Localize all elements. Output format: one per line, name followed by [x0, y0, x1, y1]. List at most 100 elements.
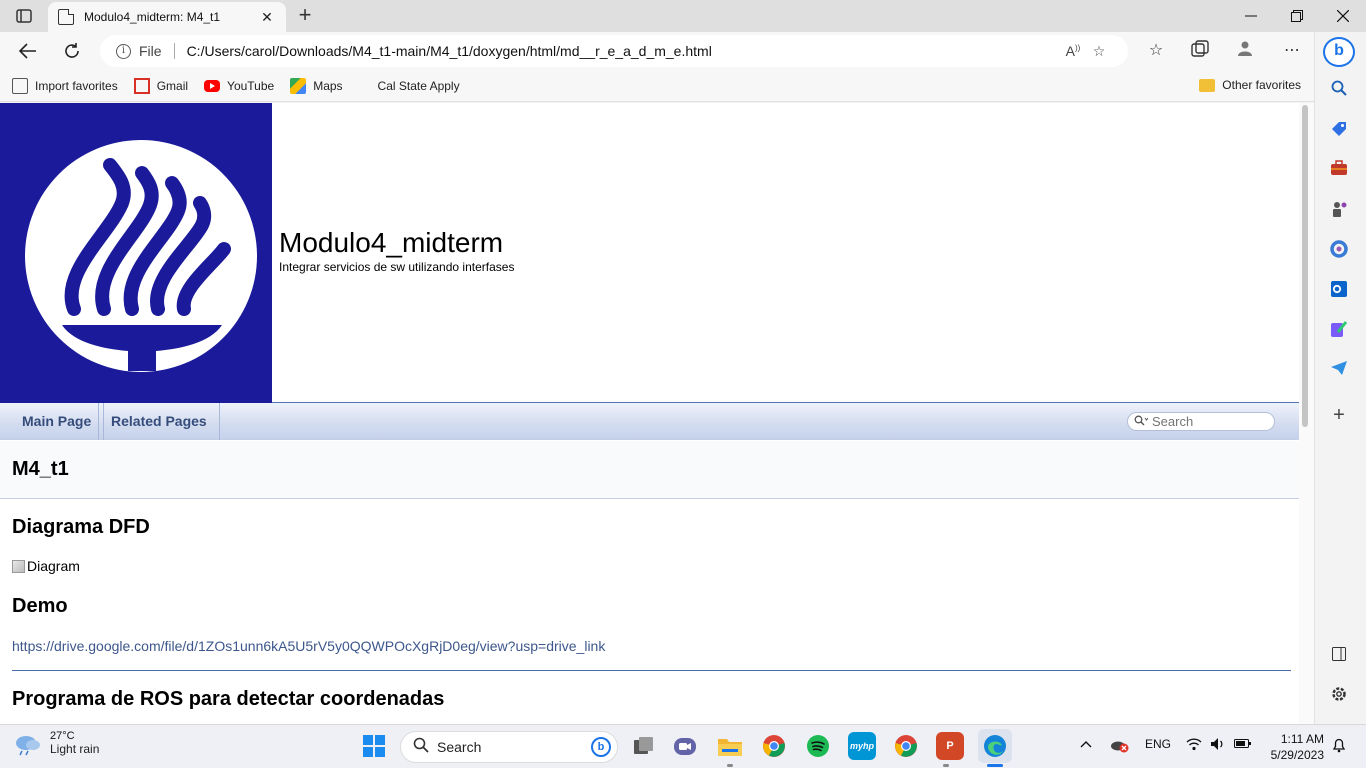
running-indicator	[943, 764, 949, 767]
tools-icon[interactable]	[1328, 160, 1350, 182]
task-view-icon[interactable]	[630, 732, 658, 760]
new-tab-button[interactable]: +	[293, 4, 317, 28]
battery-icon[interactable]	[1234, 737, 1252, 752]
section-heading-programa-ros: Programa de ROS para detectar coordenada…	[12, 688, 445, 710]
site-info-icon[interactable]: i	[116, 43, 131, 59]
add-favorite-icon[interactable]: ☆	[1086, 43, 1112, 60]
settings-gear-icon[interactable]	[1328, 686, 1350, 708]
hide-sidebar-icon[interactable]	[1328, 646, 1350, 668]
tab-title: Modulo4_midterm: M4_t1	[84, 10, 221, 24]
address-separator	[173, 43, 175, 59]
favorite-label: Gmail	[156, 78, 189, 93]
restore-icon[interactable]	[1274, 0, 1320, 32]
refresh-button[interactable]	[58, 38, 86, 64]
maps-icon	[290, 77, 307, 94]
games-icon[interactable]	[1328, 200, 1350, 222]
favorite-maps[interactable]: Maps	[290, 77, 343, 94]
weather-description: Light rain	[50, 742, 100, 756]
youtube-icon	[204, 79, 221, 92]
add-sidebar-app-icon[interactable]: +	[1328, 404, 1350, 426]
chrome-profile-icon[interactable]	[892, 732, 920, 760]
show-hidden-icons-icon[interactable]	[1080, 737, 1092, 751]
favorite-label: Maps	[313, 78, 343, 93]
diagram-image: Diagram	[12, 558, 80, 574]
favorites-icon[interactable]: ☆	[1143, 40, 1169, 62]
tab-actions-icon[interactable]	[8, 5, 40, 27]
myhp-icon[interactable]: myhp	[848, 732, 876, 760]
page-title: M4_t1	[12, 458, 69, 480]
project-logo	[0, 103, 272, 403]
favorite-youtube[interactable]: YouTube	[204, 79, 274, 93]
wifi-icon[interactable]	[1186, 737, 1202, 754]
active-app-indicator	[987, 764, 1003, 767]
file-explorer-icon[interactable]	[716, 732, 744, 760]
address-scheme-label: File	[139, 43, 162, 59]
search-icon[interactable]	[1328, 80, 1350, 102]
close-window-icon[interactable]	[1320, 0, 1366, 32]
page-scrollbar-thumb[interactable]	[1302, 105, 1308, 427]
collections-icon[interactable]	[1187, 40, 1213, 62]
weather-temperature: 27°C	[50, 730, 75, 742]
onedrive-error-icon[interactable]	[1110, 737, 1130, 756]
page-header: M4_t1	[0, 441, 1299, 499]
section-heading-demo: Demo	[12, 595, 68, 617]
taskbar-clock[interactable]: 1:11 AM 5/29/2023	[1268, 731, 1324, 763]
windows-start-icon[interactable]	[360, 732, 388, 760]
favorite-cal-state-apply[interactable]: Cal State Apply	[358, 78, 460, 197]
page-viewport: Modulo4_midterm Integrar servicios de sw…	[0, 103, 1299, 724]
broken-image-icon	[12, 559, 25, 573]
edge-icon[interactable]	[978, 729, 1012, 763]
running-indicator	[727, 764, 733, 767]
teams-chat-icon[interactable]	[671, 732, 699, 760]
powerpoint-icon[interactable]: P	[936, 732, 964, 760]
minimize-icon[interactable]	[1228, 0, 1274, 32]
address-bar[interactable]: i File C:/Users/carol/Downloads/M4_t1-ma…	[100, 35, 1128, 67]
section-heading-diagrama-dfd: Diagrama DFD	[12, 516, 150, 538]
tab-close-icon[interactable]: ✕	[258, 9, 276, 26]
back-button[interactable]	[14, 38, 42, 64]
nav-main-page[interactable]: Main Page	[10, 403, 105, 440]
other-favorites-folder[interactable]: Other favorites	[1199, 78, 1301, 92]
search-input[interactable]	[1152, 414, 1262, 429]
other-favorites-label: Other favorites	[1222, 78, 1301, 92]
notifications-icon[interactable]	[1332, 737, 1346, 756]
browser-tab-active[interactable]: Modulo4_midterm: M4_t1 ✕	[48, 2, 286, 32]
folder-icon	[1199, 78, 1216, 92]
favorite-gmail[interactable]: Gmail	[133, 77, 189, 94]
address-url[interactable]: C:/Users/carol/Downloads/M4_t1-main/M4_t…	[187, 43, 1060, 59]
microsoft-365-icon[interactable]	[1328, 240, 1350, 262]
taskbar-search-label: Search	[437, 739, 482, 755]
browser-titlebar: Modulo4_midterm: M4_t1 ✕ +	[0, 0, 1366, 32]
chrome-icon[interactable]	[760, 732, 788, 760]
bing-chat-icon[interactable]: b	[1323, 37, 1355, 67]
doxygen-header: Modulo4_midterm Integrar servicios de sw…	[0, 103, 1299, 403]
bing-icon: b	[591, 737, 611, 757]
nav-related-pages[interactable]: Related Pages	[98, 403, 220, 440]
windows-taskbar: 27°C Light rain Search b myhp P ENG 1:11…	[0, 724, 1366, 768]
input-language[interactable]: ENG	[1145, 737, 1171, 751]
designer-icon[interactable]	[1328, 320, 1350, 342]
search-icon	[1134, 415, 1149, 429]
favorite-label: Cal State Apply	[377, 78, 460, 93]
read-aloud-icon[interactable]: A))	[1060, 43, 1086, 59]
doxygen-navbar: Main Page Related Pages	[0, 403, 1299, 440]
doxygen-search-box[interactable]	[1127, 412, 1275, 431]
favorite-import-favorites[interactable]: Import favorites	[12, 77, 118, 94]
clock-time: 1:11 AM	[1280, 732, 1324, 746]
spotify-icon[interactable]	[804, 732, 832, 760]
taskbar-search[interactable]: Search b	[400, 731, 618, 763]
more-options-icon[interactable]: ⋯	[1279, 40, 1305, 62]
outlook-icon[interactable]	[1328, 280, 1350, 302]
drop-icon[interactable]	[1328, 360, 1350, 382]
volume-icon[interactable]	[1210, 737, 1226, 754]
project-name: Modulo4_midterm	[279, 227, 504, 258]
section-divider	[12, 670, 1291, 671]
favorites-bar: Import favorites Gmail YouTube Maps Cal …	[0, 70, 1314, 197]
demo-drive-link[interactable]: https://drive.google.com/file/d/1ZOs1unn…	[12, 638, 605, 654]
shopping-icon[interactable]	[1328, 120, 1350, 142]
profile-icon[interactable]	[1232, 40, 1258, 62]
rain-cloud-icon	[14, 732, 42, 756]
import-favorites-icon	[12, 77, 28, 94]
search-icon	[413, 737, 429, 758]
weather-widget[interactable]: 27°C Light rain	[14, 730, 99, 756]
